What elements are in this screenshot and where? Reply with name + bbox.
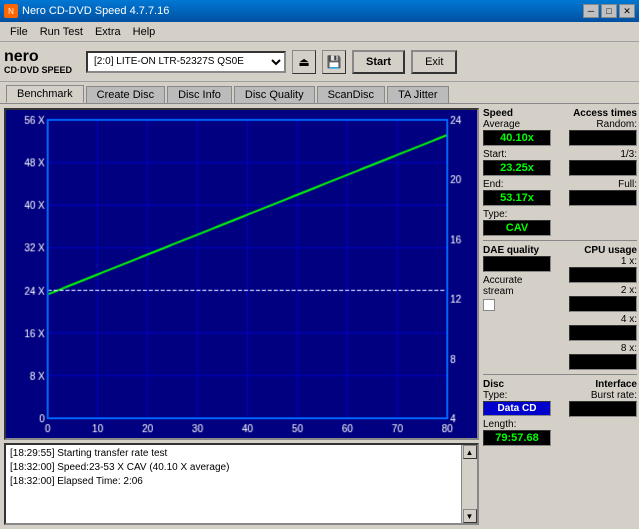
- full-value: [569, 190, 637, 206]
- titlebar-title: Nero CD-DVD Speed 4.7.7.16: [22, 5, 169, 17]
- full-label: Full:: [618, 179, 637, 190]
- main-content: [18:29:55] Starting transfer rate test […: [0, 104, 639, 529]
- cdspeed-brand: CD·DVD SPEED: [4, 65, 72, 75]
- disc-section: Disc Type: Data CD Length: 79:57.68: [483, 379, 551, 446]
- interface-label: Interface: [595, 379, 637, 390]
- tab-create-disc[interactable]: Create Disc: [86, 86, 165, 103]
- scroll-down-button[interactable]: ▼: [463, 509, 477, 523]
- access-times-label: Access times: [573, 108, 637, 119]
- end-value: 53.17x: [483, 190, 551, 206]
- drive-select[interactable]: [2:0] LITE-ON LTR-52327S QS0E: [86, 51, 286, 73]
- divider-2: [483, 374, 637, 375]
- disc-length-value: 79:57.68: [483, 430, 551, 446]
- dae-value: [483, 256, 551, 272]
- disc-section-label: Disc: [483, 379, 551, 390]
- burst-rate-label: Burst rate:: [591, 390, 637, 401]
- cpu-1x-value: [569, 267, 637, 283]
- speed-label: Speed: [483, 108, 551, 119]
- tab-disc-info[interactable]: Disc Info: [167, 86, 232, 103]
- cpu-4x-value: [569, 325, 637, 341]
- titlebar: N Nero CD-DVD Speed 4.7.7.16 ─ □ ✕: [0, 0, 639, 22]
- third-value: [569, 160, 637, 176]
- app-icon: N: [4, 4, 18, 18]
- cpu-section: CPU usage 1 x: 2 x: 4 x: 8 x:: [569, 245, 637, 370]
- toolbar: nero CD·DVD SPEED [2:0] LITE-ON LTR-5232…: [0, 42, 639, 82]
- exit-button[interactable]: Exit: [411, 50, 457, 74]
- accurate-checkbox-row: [483, 299, 551, 311]
- nero-brand: nero: [4, 49, 39, 65]
- cpu-2x-value: [569, 296, 637, 312]
- disc-interface-row: Disc Type: Data CD Length: 79:57.68 Inte…: [483, 379, 637, 446]
- close-button[interactable]: ✕: [619, 4, 635, 18]
- chart-area: [4, 108, 479, 440]
- cpu-4x-label: 4 x:: [621, 314, 637, 325]
- cpu-2x-label: 2 x:: [621, 285, 637, 296]
- random-label: Random:: [596, 119, 637, 130]
- start-label: Start:: [483, 149, 551, 160]
- log-area: [18:29:55] Starting transfer rate test […: [4, 443, 479, 525]
- speed-left: Speed Average 40.10x Start: 23.25x End: …: [483, 108, 551, 236]
- random-value: [569, 130, 637, 146]
- accurate-stream-label: Accurate stream: [483, 275, 551, 297]
- disc-length-label: Length:: [483, 419, 551, 430]
- start-button[interactable]: Start: [352, 50, 405, 74]
- minimize-button[interactable]: ─: [583, 4, 599, 18]
- right-panel: Speed Average 40.10x Start: 23.25x End: …: [481, 104, 639, 529]
- tab-disc-quality[interactable]: Disc Quality: [234, 86, 315, 103]
- titlebar-buttons[interactable]: ─ □ ✕: [583, 4, 635, 18]
- start-value: 23.25x: [483, 160, 551, 176]
- end-label: End:: [483, 179, 551, 190]
- type-value: CAV: [483, 220, 551, 236]
- tab-bar: Benchmark Create Disc Disc Info Disc Qua…: [0, 82, 639, 104]
- menubar: File Run Test Extra Help: [0, 22, 639, 42]
- nero-logo: nero CD·DVD SPEED: [4, 49, 72, 75]
- dae-section: DAE quality Accurate stream: [483, 245, 551, 370]
- interface-section: Interface Burst rate:: [569, 379, 637, 446]
- tab-scandisc[interactable]: ScanDisc: [317, 86, 385, 103]
- menu-file[interactable]: File: [4, 24, 34, 40]
- save-button[interactable]: 💾: [322, 50, 346, 74]
- average-label: Average: [483, 119, 551, 130]
- eject-button[interactable]: ⏏: [292, 50, 316, 74]
- access-times-right: Access times Random: 1/3: Full:: [569, 108, 637, 236]
- average-value: 40.10x: [483, 130, 551, 146]
- log-scrollbar[interactable]: ▲ ▼: [461, 445, 477, 523]
- type-label: Type:: [483, 209, 551, 220]
- cpu-8x-value: [569, 354, 637, 370]
- log-line-3: [18:32:00] Elapsed Time: 2:06: [10, 475, 457, 489]
- accurate-checkbox[interactable]: [483, 299, 495, 311]
- tab-ta-jitter[interactable]: TA Jitter: [387, 86, 449, 103]
- titlebar-left: N Nero CD-DVD Speed 4.7.7.16: [4, 4, 169, 18]
- speed-section: Speed Average 40.10x Start: 23.25x End: …: [483, 108, 637, 236]
- cpu-1x-label: 1 x:: [621, 256, 637, 267]
- tab-benchmark[interactable]: Benchmark: [6, 85, 84, 103]
- disc-type-label: Type:: [483, 390, 551, 401]
- burst-rate-value: [569, 401, 637, 417]
- cpu-label: CPU usage: [584, 245, 637, 256]
- log-line-2: [18:32:00] Speed:23-53 X CAV (40.10 X av…: [10, 461, 457, 475]
- dae-cpu-row: DAE quality Accurate stream CPU usage 1 …: [483, 245, 637, 370]
- cpu-8x-label: 8 x:: [621, 343, 637, 354]
- scroll-up-button[interactable]: ▲: [463, 445, 477, 459]
- menu-extra[interactable]: Extra: [89, 24, 127, 40]
- menu-help[interactable]: Help: [127, 24, 162, 40]
- maximize-button[interactable]: □: [601, 4, 617, 18]
- divider-1: [483, 240, 637, 241]
- dae-label: DAE quality: [483, 245, 551, 256]
- third-label: 1/3:: [620, 149, 637, 160]
- log-line-1: [18:29:55] Starting transfer rate test: [10, 447, 457, 461]
- menu-run-test[interactable]: Run Test: [34, 24, 89, 40]
- log-content: [18:29:55] Starting transfer rate test […: [6, 445, 461, 523]
- disc-type-value: Data CD: [483, 401, 551, 416]
